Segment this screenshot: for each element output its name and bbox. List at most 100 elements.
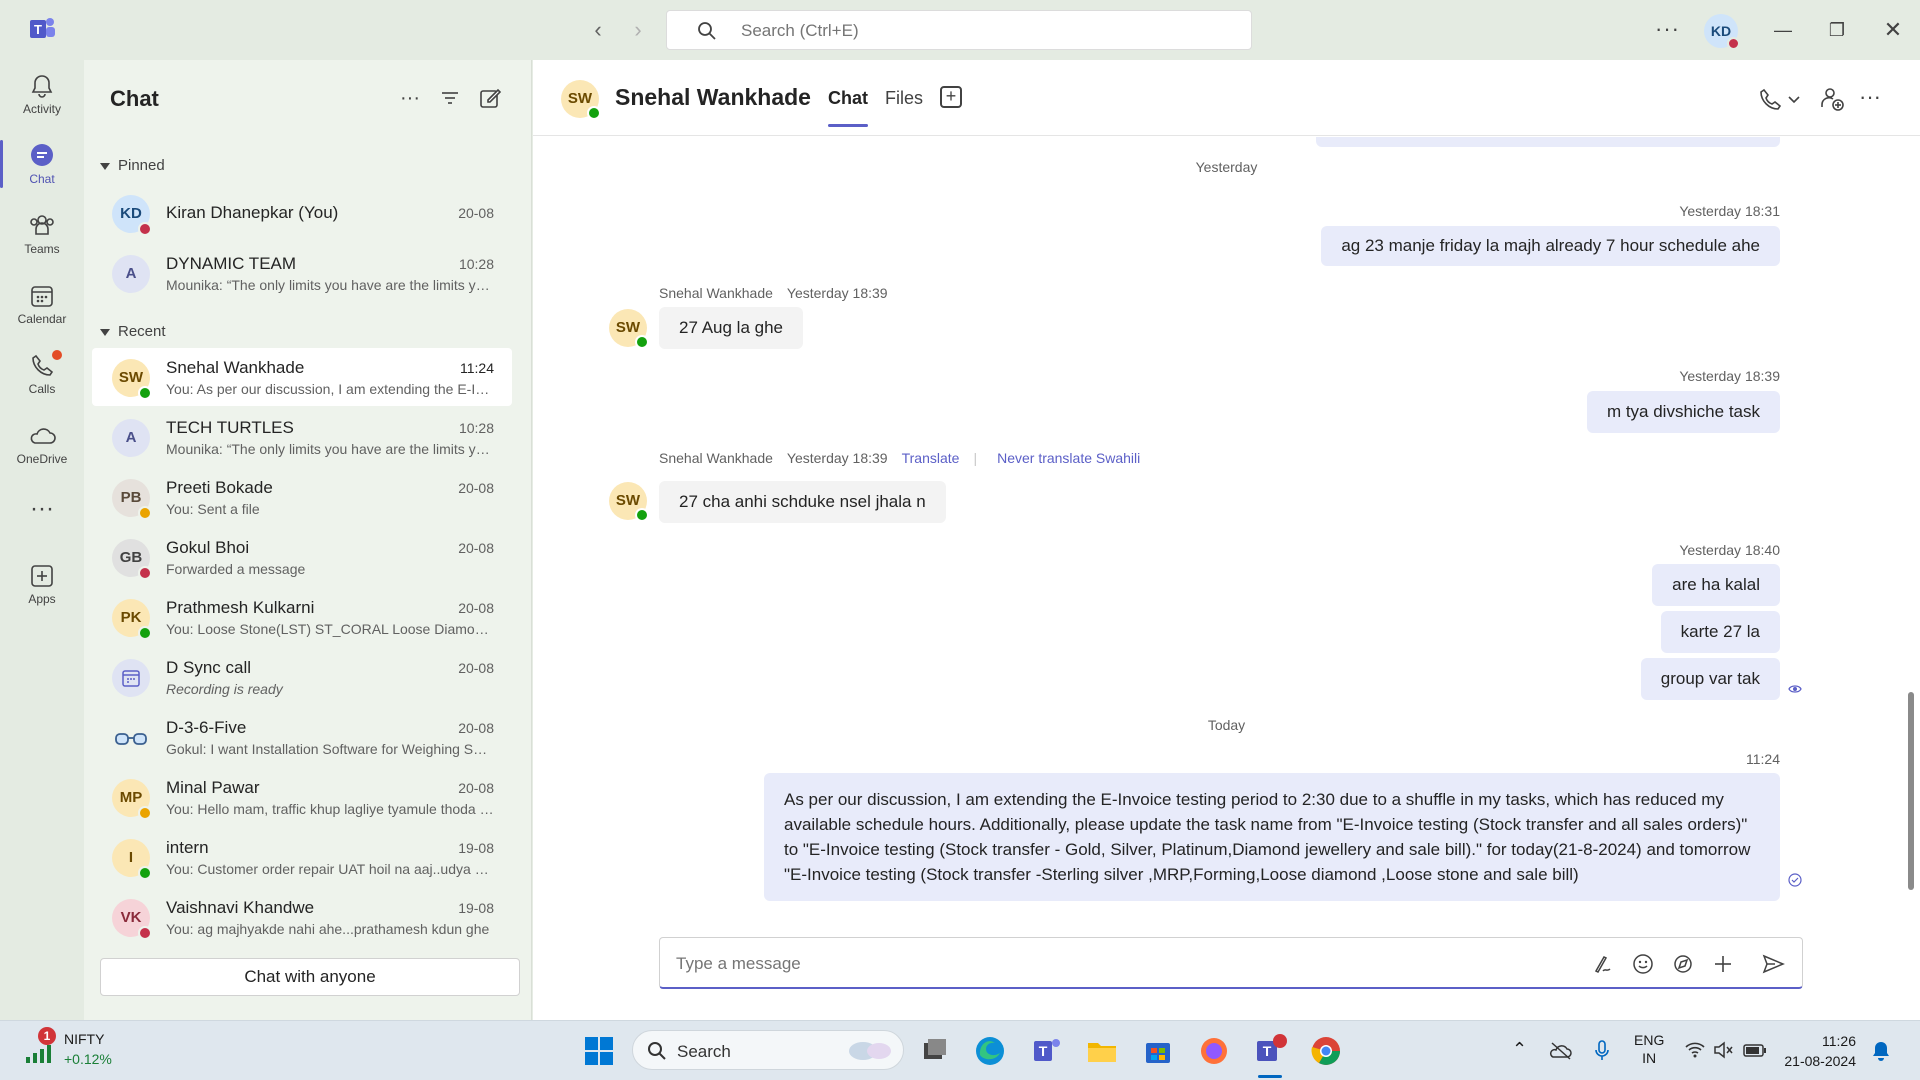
more-options-icon[interactable]: ··· [396,84,424,112]
my-message[interactable]: As per our discussion, I am extending th… [764,773,1780,901]
new-chat-icon[interactable] [476,84,504,112]
system-clock[interactable]: 11:26 21-08-2024 [1776,1031,1856,1071]
my-message[interactable]: karte 27 la [1660,611,1780,653]
group-avatar: A [112,255,150,293]
teams-active-icon[interactable]: T [1252,1033,1288,1069]
chat-item-gokul[interactable]: GB Gokul Bhoi 20-08 Forwarded a message [92,528,512,586]
back-arrow-icon[interactable]: ‹ [584,16,612,44]
my-message[interactable]: m tya divshiche task [1586,391,1780,433]
forward-arrow-icon[interactable]: › [624,16,652,44]
teams-taskbar-icon[interactable]: T [1028,1033,1064,1069]
their-message[interactable]: 27 Aug la ghe [659,307,803,349]
contact-avatar[interactable]: SW [561,80,601,120]
svg-text:T: T [1263,1043,1272,1059]
contact-name[interactable]: Snehal Wankhade [615,84,811,111]
never-translate-link[interactable]: Never translate Swahili [997,450,1140,466]
translate-link[interactable]: Translate [902,450,960,466]
add-people-icon[interactable] [1817,84,1847,114]
chat-name: D-3-6-Five [166,718,247,737]
chat-name: Gokul Bhoi [166,538,250,557]
wifi-icon[interactable] [1684,1039,1706,1061]
my-message[interactable]: ag 23 manje friday la majh already 7 hou… [1321,226,1780,266]
chat-item-tech-turtles[interactable]: A TECH TURTLES 10:28 Mounika: “The only … [92,408,512,466]
call-icon[interactable] [1755,84,1785,114]
tab-chat[interactable]: Chat [828,88,868,127]
show-hidden-icons-icon[interactable]: ⌃ [1512,1039,1527,1060]
chat-item-snehal[interactable]: SW Snehal Wankhade 11:24 You: As per our… [92,348,512,406]
chat-name: TECH TURTLES [166,418,294,437]
task-view-icon[interactable] [916,1033,952,1069]
chat-item-d-sync-call[interactable]: D Sync call 20-08 Recording is ready [92,648,512,706]
chat-item-prathmesh[interactable]: PK Prathmesh Kulkarni 20-08 You: Loose S… [92,588,512,646]
rail-item-calls[interactable]: Calls [0,344,84,406]
chat-item-preeti[interactable]: PB Preeti Bokade 20-08 You: Sent a file [92,468,512,526]
chat-with-anyone-button[interactable]: Chat with anyone [100,958,520,996]
more-options-icon[interactable]: ··· [1655,16,1680,42]
my-message[interactable]: are ha kalal [1652,564,1780,606]
chat-item-dynamic-team[interactable]: A DYNAMIC TEAM 10:28 Mounika: “The only … [92,244,512,302]
battery-icon[interactable] [1742,1039,1768,1061]
sender-avatar[interactable]: SW [609,482,649,522]
chat-time: 19-08 [458,840,494,856]
search-input[interactable] [741,19,1221,43]
rail-label: Chat [29,172,55,186]
rail-item-onedrive[interactable]: OneDrive [0,414,84,476]
edge-icon[interactable] [972,1033,1008,1069]
message-scrollbar[interactable] [1908,692,1914,890]
rail-item-more[interactable]: ··· [0,484,84,546]
available-status-icon [635,508,649,522]
minimize-icon[interactable]: — [1766,14,1800,46]
restore-icon[interactable]: ❐ [1820,14,1854,46]
message-list[interactable]: Yesterday Yesterday 18:31 ag 23 manje fr… [533,137,1920,927]
my-message[interactable]: group var tak [1640,658,1780,700]
chat-item-d-3-6-five[interactable]: D-3-6-Five 20-08 Gokul: I want Installat… [92,708,512,766]
taskbar-search[interactable]: Search [632,1030,904,1070]
firefox-icon[interactable] [1196,1033,1232,1069]
rail-item-activity[interactable]: Activity [0,64,84,126]
chat-time: 20-08 [458,205,494,221]
emoji-icon[interactable] [1630,951,1656,977]
more-options-icon[interactable]: ··· [1859,84,1889,114]
rail-item-apps[interactable]: Apps [0,554,84,616]
send-icon[interactable] [1760,951,1786,977]
divider: | [973,450,978,466]
microsoft-store-icon[interactable] [1140,1033,1176,1069]
compose-box[interactable] [659,937,1803,989]
chat-item-vaishnavi[interactable]: VK Vaishnavi Khandwe 19-08 You: ag majhy… [92,888,512,946]
plus-icon[interactable] [1710,951,1736,977]
language-indicator[interactable]: ENG IN [1634,1031,1664,1067]
message-meta: Snehal Wankhade Yesterday 18:39 Translate |… [659,450,1154,466]
microphone-icon[interactable] [1592,1039,1612,1063]
format-icon[interactable] [1590,951,1616,977]
chat-item-minal[interactable]: MP Minal Pawar 20-08 You: Hello mam, tra… [92,768,512,826]
close-icon[interactable]: ✕ [1876,14,1910,46]
date-separator: Yesterday [1195,159,1258,175]
teams-logo-icon[interactable]: T [28,16,56,42]
file-explorer-icon[interactable] [1084,1033,1120,1069]
tab-files[interactable]: Files [885,88,923,109]
volume-muted-icon[interactable] [1712,1039,1734,1061]
search-bar[interactable] [666,10,1252,50]
sender-name: Snehal Wankhade [659,285,773,301]
chat-item-kiran[interactable]: KD Kiran Dhanepkar (You) 20-08 [92,184,512,242]
add-tab-icon[interactable]: + [940,86,962,108]
message-timestamp: Yesterday 18:40 [1679,542,1780,558]
loop-icon[interactable] [1670,951,1696,977]
recent-section-header[interactable]: Recent [100,323,166,340]
message-input[interactable] [676,952,1576,976]
rail-item-teams[interactable]: Teams [0,204,84,266]
rail-item-chat[interactable]: Chat [0,134,84,196]
profile-avatar[interactable]: KD [1704,14,1740,50]
chevron-down-icon[interactable] [1785,84,1803,114]
rail-item-calendar[interactable]: Calendar [0,274,84,336]
sender-avatar[interactable]: SW [609,309,649,349]
clock-date: 21-08-2024 [1784,1053,1856,1069]
filter-icon[interactable] [436,84,464,112]
chat-item-intern[interactable]: I intern 19-08 You: Customer order repai… [92,828,512,886]
their-message[interactable]: 27 cha anhi schduke nsel jhala n [659,481,946,523]
chrome-icon[interactable] [1308,1033,1344,1069]
onedrive-offline-icon[interactable] [1548,1039,1574,1063]
notification-bell-icon[interactable] [1870,1039,1892,1063]
windows-start-icon[interactable] [581,1033,617,1069]
pinned-section-header[interactable]: Pinned [100,157,165,174]
